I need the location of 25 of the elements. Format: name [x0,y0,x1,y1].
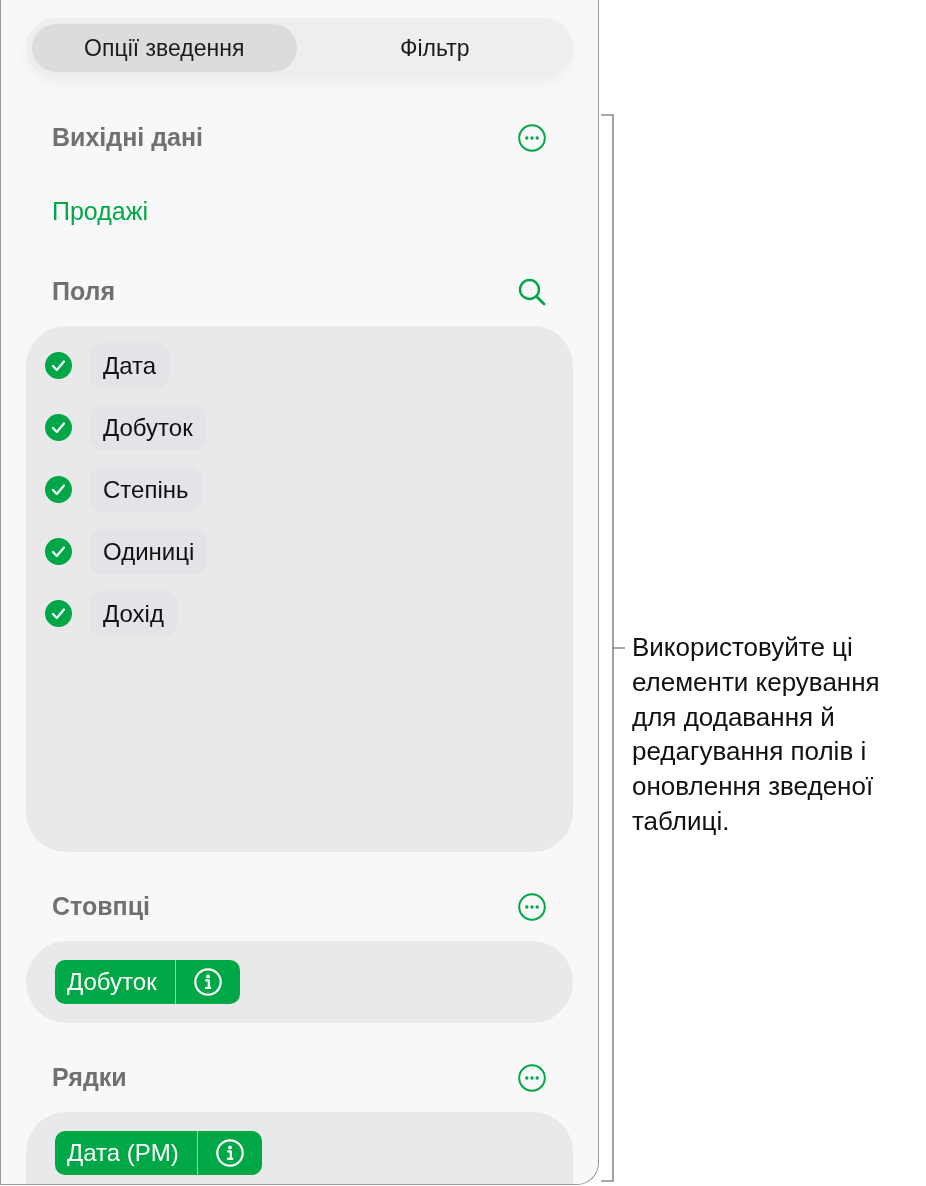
info-button[interactable] [196,1131,262,1175]
field-label[interactable]: Добуток [90,405,206,450]
section-heading: Рядки [52,1062,127,1094]
section-heading: Стовпці [52,891,151,923]
field-label[interactable]: Одиниці [90,529,208,574]
search-icon[interactable] [518,278,546,306]
more-icon[interactable] [518,893,546,921]
info-icon [215,1139,244,1167]
field-label[interactable]: Дата [90,343,170,388]
checkmark-icon[interactable] [45,476,72,503]
section-heading: Поля [52,276,116,308]
more-icon[interactable] [518,1064,546,1092]
section-heading: Вихідні дані [52,122,203,154]
segment-tab[interactable]: Фільтр [302,24,567,72]
segment-tab[interactable]: Опції зведення [32,24,297,72]
callout-text: Використовуйте ці елементи керування для додавання й редагування полів і оновлення зведеної таблиці. [632,631,881,838]
checkmark-icon[interactable] [45,600,72,627]
checkmark-icon[interactable] [45,538,72,565]
info-icon [193,968,222,996]
checkmark-icon[interactable] [45,414,72,441]
field-label[interactable]: Дохід [90,591,177,636]
checkmark-icon[interactable] [45,352,72,379]
more-icon[interactable] [518,124,546,152]
info-button[interactable] [174,960,240,1004]
field-label[interactable]: Степінь [90,467,202,512]
